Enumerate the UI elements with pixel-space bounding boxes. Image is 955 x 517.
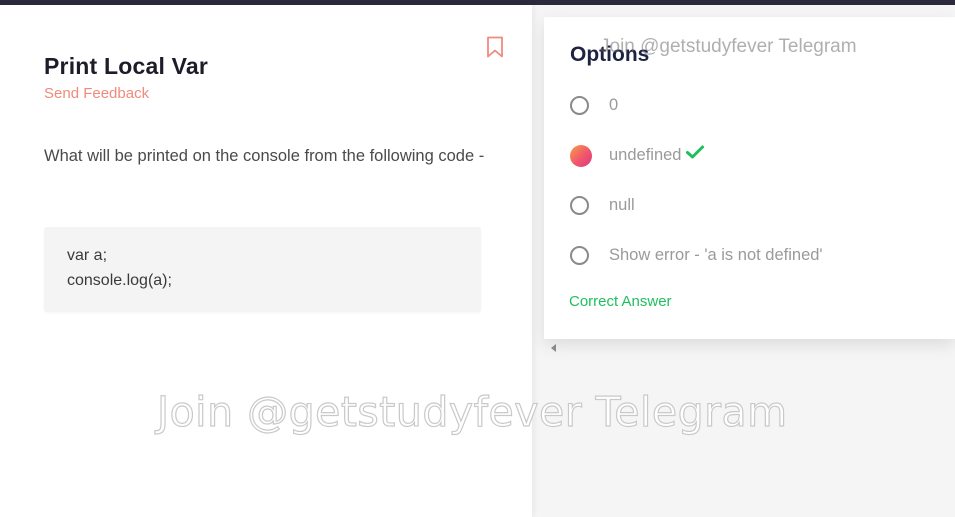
code-line: var a; [67,247,108,264]
question-text: What will be printed on the console from… [44,147,485,165]
option-0[interactable]: 0 [570,96,940,120]
correct-answer-status: Correct Answer [569,293,672,310]
code-line: console.log(a); [67,272,172,289]
option-label: null [609,196,635,214]
radio-button[interactable] [570,246,589,265]
option-label: Show error - 'a is not defined' [609,246,823,264]
scroll-left-arrow-icon[interactable] [551,344,556,352]
check-icon [685,145,704,164]
option-label-wrap: undefined [609,145,704,165]
option-null[interactable]: null [570,196,940,220]
option-undefined[interactable]: undefined [570,145,940,170]
watermark-text: Join @getstudyfever Telegram [600,36,857,57]
question-title: Print Local Var [44,53,209,79]
question-panel: Print Local Var Send Feedback What will … [0,5,532,517]
radio-button[interactable] [570,196,589,215]
bookmark-icon[interactable] [486,36,504,58]
option-label: undefined [609,146,682,164]
watermark-text-large: Join @getstudyfever Telegram [156,387,788,436]
options-card: Options Join @getstudyfever Telegram 0 u… [544,17,955,339]
option-show-error[interactable]: Show error - 'a is not defined' [570,246,940,270]
send-feedback-link[interactable]: Send Feedback [44,85,149,102]
radio-button[interactable] [570,96,589,115]
radio-button-selected[interactable] [570,145,592,167]
option-label: 0 [609,96,619,114]
code-block: var a; console.log(a); [44,227,481,312]
